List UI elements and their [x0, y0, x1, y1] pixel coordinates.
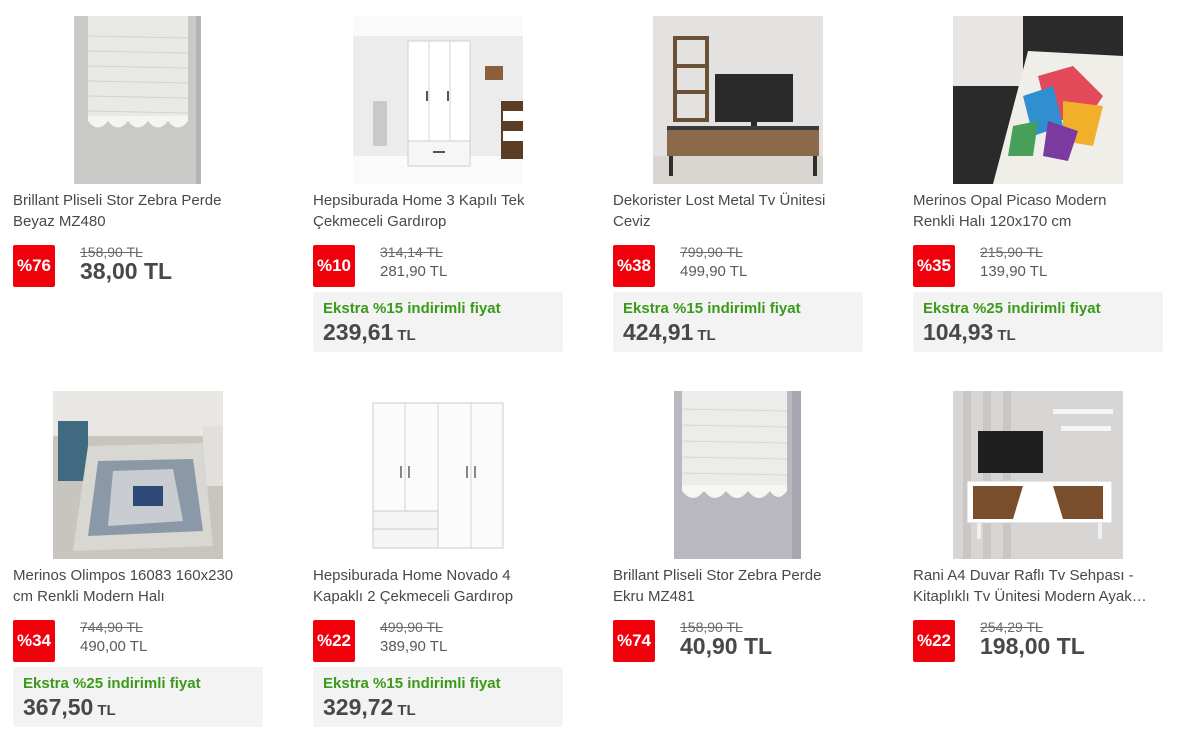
four-door-wardrobe-icon[interactable] — [353, 391, 523, 559]
old-price: 215,90 TL — [980, 244, 1043, 260]
current-price: 490,00 TL — [80, 638, 148, 655]
extra-discount-price: 367,50 TL — [23, 694, 116, 720]
discount-badge: %34 — [13, 620, 55, 662]
product-title[interactable]: Merinos Olimpos 16083 160x230 cm Renkli M… — [13, 565, 263, 607]
extra-discount-label: Ekstra %25 indirimli fiyat — [923, 300, 1101, 317]
extra-discount-label: Ekstra %25 indirimli fiyat — [23, 675, 201, 692]
current-price: 281,90 TL — [380, 263, 448, 280]
white-wardrobe-icon[interactable] — [353, 16, 523, 184]
product-grid: Brillant Pliseli Stor Zebra Perde Beyaz M… — [0, 0, 1179, 739]
tv-unit-icon[interactable] — [653, 16, 823, 184]
current-price: 389,90 TL — [380, 638, 448, 655]
product-title[interactable]: Brillant Pliseli Stor Zebra Perde Beyaz M… — [13, 190, 263, 232]
discount-badge: %76 — [13, 245, 55, 287]
extra-discount-box: Ekstra %15 indirimli fiyat 329,72 TL — [313, 667, 563, 727]
discount-badge: %10 — [313, 245, 355, 287]
product-title[interactable]: Hepsiburada Home 3 Kapılı Tek Çekmeceli G… — [313, 190, 563, 232]
current-price: 40,90 TL — [680, 633, 773, 659]
extra-discount-box: Ekstra %25 indirimli fiyat 367,50 TL — [13, 667, 263, 727]
extra-discount-label: Ekstra %15 indirimli fiyat — [323, 300, 501, 317]
product-title[interactable]: Brillant Pliseli Stor Zebra Perde Ekru MZ… — [613, 565, 863, 607]
discount-badge: %35 — [913, 245, 955, 287]
old-price: 499,90 TL — [380, 619, 443, 635]
extra-discount-price: 104,93 TL — [923, 319, 1016, 345]
old-price: 314,14 TL — [380, 244, 443, 260]
white-pleated-blind-icon[interactable] — [74, 16, 201, 184]
old-price: 799,90 TL — [680, 244, 743, 260]
extra-discount-price: 424,91 TL — [623, 319, 716, 345]
extra-discount-price: 329,72 TL — [323, 694, 416, 720]
product-title[interactable]: Rani A4 Duvar Raflı Tv Sehpası - Kitaplık… — [913, 565, 1163, 607]
product-title[interactable]: Hepsiburada Home Novado 4 Kapaklı 2 Çekme… — [313, 565, 563, 607]
current-price: 139,90 TL — [980, 263, 1048, 280]
product-title[interactable]: Merinos Opal Picaso Modern Renkli Halı 12… — [913, 190, 1163, 232]
colorful-rug-icon[interactable] — [953, 16, 1123, 184]
discount-badge: %38 — [613, 245, 655, 287]
extra-discount-box: Ekstra %15 indirimli fiyat 424,91 TL — [613, 292, 863, 352]
extra-discount-label: Ekstra %15 indirimli fiyat — [623, 300, 801, 317]
old-price: 744,90 TL — [80, 619, 143, 635]
grey-rug-icon[interactable] — [53, 391, 223, 559]
tv-stand-shelves-icon[interactable] — [953, 391, 1123, 559]
product-title[interactable]: Dekorister Lost Metal Tv Ünitesi Ceviz — [613, 190, 863, 232]
current-price: 499,90 TL — [680, 263, 748, 280]
current-price: 198,00 TL — [980, 633, 1085, 659]
current-price: 38,00 TL — [80, 258, 173, 284]
extra-discount-label: Ekstra %15 indirimli fiyat — [323, 675, 501, 692]
discount-badge: %22 — [313, 620, 355, 662]
extra-discount-price: 239,61 TL — [323, 319, 416, 345]
discount-badge: %74 — [613, 620, 655, 662]
extra-discount-box: Ekstra %25 indirimli fiyat 104,93 TL — [913, 292, 1163, 352]
ecru-pleated-blind-icon[interactable] — [674, 391, 801, 559]
discount-badge: %22 — [913, 620, 955, 662]
extra-discount-box: Ekstra %15 indirimli fiyat 239,61 TL — [313, 292, 563, 352]
